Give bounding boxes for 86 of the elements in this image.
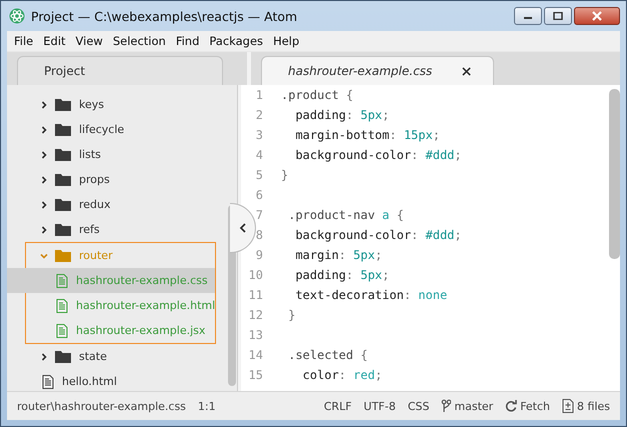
file-icon <box>42 374 54 388</box>
menu-item[interactable]: Find <box>170 34 204 48</box>
file-icon <box>56 274 68 288</box>
minimize-button[interactable] <box>514 7 542 25</box>
folder-icon <box>55 249 71 262</box>
tree-item[interactable]: lists <box>7 142 228 167</box>
tree-item[interactable]: redux <box>7 192 228 217</box>
tree-item[interactable]: refs <box>7 217 228 242</box>
line-number: 7 <box>254 208 263 222</box>
refresh-icon <box>505 400 518 412</box>
menu-item[interactable]: View <box>70 34 108 48</box>
line-number: 11 <box>248 288 263 302</box>
line-number: 8 <box>254 228 263 242</box>
line-number: 6 <box>254 188 263 202</box>
code-line: margin-bottom: 15px; <box>294 128 440 142</box>
chevron-right-icon <box>40 126 48 134</box>
menu-item[interactable]: Packages <box>204 34 268 48</box>
close-icon <box>592 11 602 21</box>
code-line: .selected { <box>287 348 368 362</box>
chevron-right-icon <box>40 176 48 184</box>
code-line: text-decoration: none <box>294 288 448 302</box>
tree-item[interactable]: keys <box>7 92 228 117</box>
chevron-right-icon <box>40 100 48 108</box>
code-line: padding: 5px; <box>294 108 390 122</box>
tree-item[interactable]: lifecycle <box>7 117 228 142</box>
line-number: 2 <box>254 108 263 122</box>
menu-item[interactable]: Edit <box>38 34 71 48</box>
code-line: background-color: #ddd; <box>294 148 462 162</box>
file-icon <box>56 324 68 338</box>
file-diff-icon <box>562 399 574 413</box>
line-number: 4 <box>254 148 263 162</box>
line-number: 5 <box>254 168 263 182</box>
cursor-position[interactable]: 1:1 <box>198 400 216 412</box>
code-line: background-color: #ddd; <box>294 228 462 242</box>
code-line: } <box>281 168 288 182</box>
chevron-right-icon <box>40 200 48 208</box>
grammar[interactable]: CSS <box>408 400 430 412</box>
folder-icon <box>55 350 71 363</box>
branch-icon <box>441 399 452 413</box>
fetch-button[interactable]: Fetch <box>505 400 550 412</box>
folder-icon <box>55 98 71 111</box>
menu-item[interactable]: Help <box>268 34 304 48</box>
code-line: .product-nav a { <box>287 208 404 222</box>
close-tab-icon[interactable] <box>462 66 472 76</box>
file-icon <box>56 298 68 312</box>
folder-icon <box>55 173 71 186</box>
line-number: 14 <box>248 348 263 362</box>
maximize-button[interactable] <box>544 7 572 25</box>
line-number: 9 <box>254 248 263 262</box>
line-number: 10 <box>248 268 263 282</box>
line-number: 12 <box>248 308 263 322</box>
encoding[interactable]: UTF-8 <box>364 400 396 412</box>
chevron-right-icon <box>40 150 48 158</box>
atom-logo-icon <box>9 8 25 24</box>
window-title: Project — C:\webexamples\reactjs — Atom <box>31 8 298 24</box>
line-ending[interactable]: CRLF <box>324 400 352 412</box>
chevron-left-icon <box>238 223 246 233</box>
code-line: } <box>287 308 296 322</box>
changed-files-indicator[interactable]: 8 files <box>562 399 610 413</box>
menu-item[interactable]: File <box>9 34 38 48</box>
code-line: padding: 5px; <box>294 268 390 282</box>
tab[interactable]: hashrouter-example.css <box>261 56 494 85</box>
maximize-icon <box>553 12 563 20</box>
tab[interactable]: Project <box>17 56 223 85</box>
code-line: margin: 5px; <box>294 248 382 262</box>
close-button[interactable] <box>574 7 620 25</box>
folder-icon <box>55 198 71 211</box>
folder-icon <box>55 148 71 161</box>
chevron-right-icon <box>40 352 48 360</box>
code-line: .product { <box>281 88 354 102</box>
line-number: 15 <box>248 368 263 382</box>
folder-icon <box>55 123 71 136</box>
menu-item[interactable]: Selection <box>108 34 171 48</box>
branch-indicator[interactable]: master <box>441 399 494 413</box>
line-number: 13 <box>248 328 263 342</box>
scrollbar-thumb[interactable] <box>609 89 620 259</box>
line-number: 3 <box>254 128 263 142</box>
chevron-right-icon <box>40 226 48 234</box>
chevron-down-icon <box>40 252 48 260</box>
tree-item[interactable]: hello.html <box>7 369 228 391</box>
folder-icon <box>55 223 71 236</box>
line-number: 1 <box>254 88 263 102</box>
tree-item[interactable]: state <box>7 344 228 369</box>
file-path[interactable]: router\hashrouter-example.css <box>17 400 186 412</box>
code-line: color: red; <box>302 368 382 382</box>
tree-item[interactable]: props <box>7 167 228 192</box>
